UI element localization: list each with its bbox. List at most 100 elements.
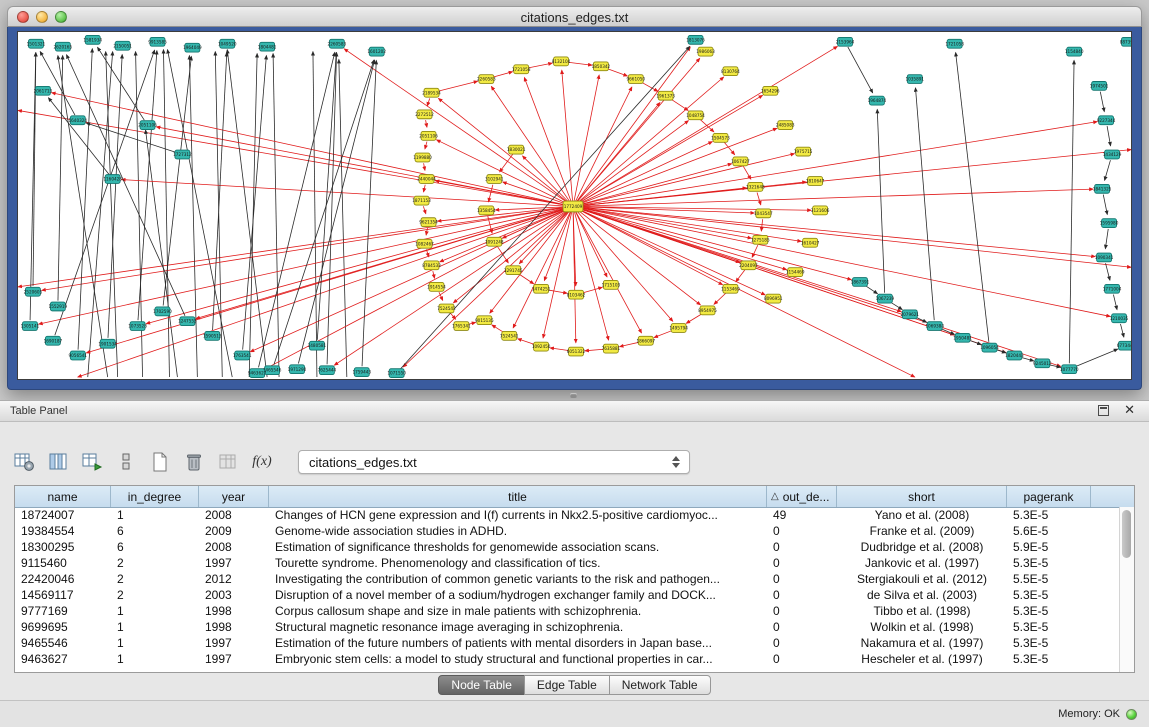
- splitter-grip-icon: [570, 393, 577, 398]
- table-row[interactable]: 977716911998Corpus callosum shape and si…: [15, 603, 1119, 619]
- network-canvas[interactable]: 1772409218953422725122051106119988024400…: [18, 32, 1131, 379]
- table-cell: 6: [111, 524, 199, 538]
- table-row[interactable]: 969969511998Structural magnetic resonanc…: [15, 619, 1119, 635]
- network-node-label: 1480581: [308, 343, 327, 348]
- table-cell: 22420046: [15, 572, 111, 586]
- table-cell: 0: [767, 572, 837, 586]
- table-cell: 14569117: [15, 588, 111, 602]
- network-node-label: 1552919: [49, 304, 68, 309]
- column-header-name[interactable]: name: [15, 486, 111, 507]
- table-row[interactable]: 2242004622012Investigating the contribut…: [15, 571, 1119, 587]
- network-node-label: 1610427: [801, 240, 820, 245]
- network-node-label: 1971290: [288, 367, 307, 372]
- network-node-label: 1049520: [218, 41, 237, 46]
- network-node-label: 1590513: [203, 333, 222, 338]
- table-cell: 5.3E-5: [1007, 508, 1091, 522]
- table-cell: Stergiakouli et al. (2012): [837, 572, 1007, 586]
- network-node-label: 1199880: [413, 155, 432, 160]
- network-node-label: 1601202: [367, 49, 386, 54]
- column-header-in-degree[interactable]: in_degree: [111, 486, 199, 507]
- row-mode-button[interactable]: [112, 448, 140, 476]
- column-header-pagerank[interactable]: pagerank: [1007, 486, 1091, 507]
- delete-table-button[interactable]: [180, 448, 208, 476]
- column-header-out-degree[interactable]: △ out_de...: [767, 486, 837, 507]
- table-row[interactable]: 1938455462009Genome-wide association stu…: [15, 523, 1119, 539]
- table-cell: Hescheler et al. (1997): [837, 652, 1007, 666]
- column-header-title[interactable]: title: [269, 486, 767, 507]
- network-window-titlebar[interactable]: citations_edges.txt: [7, 6, 1142, 27]
- table-cell: 0: [767, 540, 837, 554]
- network-node-label: 1727312: [173, 152, 192, 157]
- table-cell: 49: [767, 508, 837, 522]
- network-node-label: 1772409: [564, 204, 583, 209]
- table-row[interactable]: 911546021997Tourette syndrome. Phenomeno…: [15, 555, 1119, 571]
- network-node-label: 8132104: [552, 59, 571, 64]
- table-cell: 2: [111, 588, 199, 602]
- table-cell: 2009: [199, 524, 269, 538]
- network-node-label: 1291745: [504, 268, 523, 273]
- table-scrollbar-thumb[interactable]: [1122, 510, 1131, 558]
- table-selector-dropdown[interactable]: citations_edges.txt: [298, 450, 690, 474]
- tab-network-table[interactable]: Network Table: [609, 675, 711, 695]
- float-panel-icon[interactable]: [1098, 405, 1109, 416]
- table-cell: 0: [767, 524, 837, 538]
- panel-splitter[interactable]: [0, 390, 1149, 400]
- network-node-label: 1071550: [387, 371, 406, 376]
- network-node-label: 1077770: [1060, 367, 1079, 372]
- network-node-label: 7635881: [602, 346, 621, 351]
- network-node-label: 1073528: [128, 324, 147, 329]
- network-node-label: 8103462: [567, 292, 586, 297]
- table-cell: 1997: [199, 556, 269, 570]
- table-cell: 1998: [199, 620, 269, 634]
- table-mode-button[interactable]: [10, 448, 38, 476]
- import-table-button[interactable]: [214, 448, 242, 476]
- table-row[interactable]: 946362711997Embryonic stem cells: a mode…: [15, 651, 1119, 667]
- table-disabled-icon: [217, 451, 239, 473]
- table-row[interactable]: 946554611997Estimation of the future num…: [15, 635, 1119, 651]
- network-node-label: 8096951: [764, 296, 783, 301]
- close-panel-icon[interactable]: ✕: [1124, 402, 1135, 418]
- function-builder-button[interactable]: f(x): [248, 448, 276, 476]
- network-node-label: 1210035: [1110, 316, 1129, 321]
- table-cell: Tibbo et al. (1998): [837, 604, 1007, 618]
- table-panel-header: Table Panel ✕: [0, 401, 1149, 422]
- table-cell: Estimation of significance thresholds fo…: [269, 540, 767, 554]
- network-node-label: 1841325: [1093, 186, 1112, 191]
- network-node-label: 1581934: [83, 37, 102, 42]
- network-node-label: 1501321: [27, 41, 46, 46]
- network-node-label: 1035891: [905, 77, 924, 82]
- table-cell: 9465546: [15, 636, 111, 650]
- network-window-title: citations_edges.txt: [8, 7, 1141, 28]
- column-header-short[interactable]: short: [837, 486, 1007, 507]
- network-node-label: 2061713: [34, 88, 53, 93]
- table-row[interactable]: 1830029562008Estimation of significance …: [15, 539, 1119, 555]
- network-node-label: 2153964: [836, 39, 855, 44]
- table-cell: 5.9E-5: [1007, 540, 1091, 554]
- network-node-label: 1950481: [953, 335, 972, 340]
- table-cell: 6: [111, 540, 199, 554]
- network-node-label: 1160428: [103, 177, 122, 182]
- table-scrollbar[interactable]: [1119, 507, 1134, 672]
- network-node-label: 1096054: [980, 345, 999, 350]
- network-node-label: 1654296: [761, 88, 780, 93]
- table-row[interactable]: 1456911722003Disruption of a novel membe…: [15, 587, 1119, 603]
- network-node-label: 1820443: [1005, 353, 1024, 358]
- table-cell: Wolkin et al. (1998): [837, 620, 1007, 634]
- network-node-label: 1830021: [507, 147, 526, 152]
- table-row[interactable]: 1872400712008Changes of HCN gene express…: [15, 507, 1119, 523]
- new-table-button[interactable]: [146, 448, 174, 476]
- table-cell: 2008: [199, 508, 269, 522]
- column-header-year[interactable]: year: [199, 486, 269, 507]
- network-node-label: 1495794: [669, 326, 688, 331]
- network-node-label: 1771004: [1103, 286, 1122, 291]
- tab-node-table[interactable]: Node Table: [438, 675, 525, 695]
- table-cell: 2: [111, 556, 199, 570]
- create-column-button[interactable]: [78, 448, 106, 476]
- node-table-body: 1872400712008Changes of HCN gene express…: [15, 507, 1119, 672]
- network-node-label: 1763541: [233, 353, 252, 358]
- new-document-icon: [149, 451, 171, 473]
- table-cell: 5.5E-5: [1007, 572, 1091, 586]
- table-cell: 5.3E-5: [1007, 636, 1091, 650]
- show-columns-button[interactable]: [44, 448, 72, 476]
- tab-edge-table[interactable]: Edge Table: [524, 675, 610, 695]
